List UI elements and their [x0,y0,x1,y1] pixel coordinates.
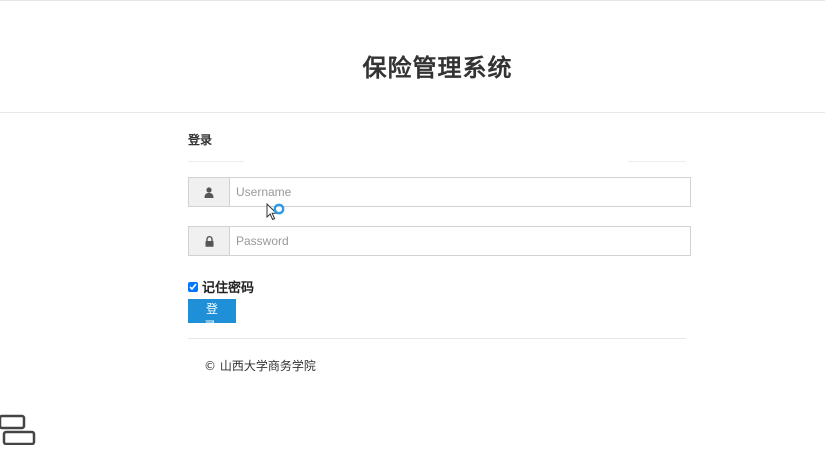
heading-divider-left [188,161,244,162]
app-title: 保险管理系统 [362,54,513,82]
login-heading: 登录 [188,133,213,147]
remember-checkbox[interactable] [188,281,198,292]
heading-divider-right [628,161,686,162]
login-button[interactable]: 登 录 [188,299,236,333]
lock-icon [189,227,230,255]
footer-divider [188,338,686,339]
mouse-cursor-icon [266,202,288,229]
username-group [188,177,691,207]
remember-password[interactable]: 记住密码 [188,277,254,296]
remember-label: 记住密码 [202,281,255,296]
copyright-text: © 山西大学商务学院 [204,359,316,373]
user-icon [189,178,230,206]
watermark-fragment [0,412,40,449]
username-input[interactable] [230,178,690,206]
login-panel: 登录 记住密码 登 录 © 山西大学商务学院 [188,113,691,445]
password-group [188,226,691,256]
page-header: 保险管理系统 [0,0,825,113]
password-input[interactable] [230,227,690,255]
